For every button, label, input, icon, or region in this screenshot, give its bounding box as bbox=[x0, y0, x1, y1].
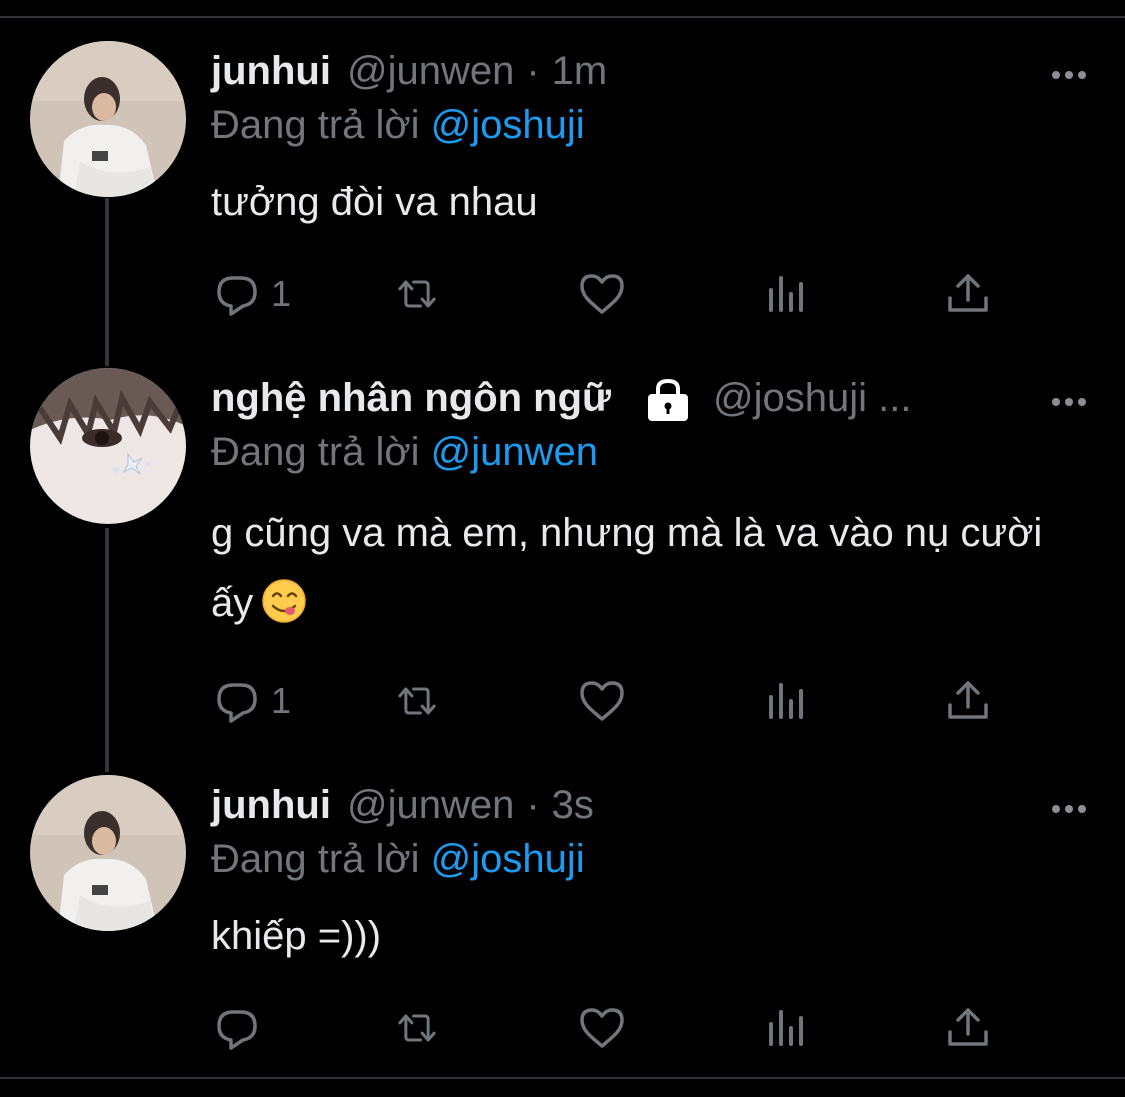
avatar-joshuji[interactable] bbox=[30, 368, 186, 524]
avatar-junhui[interactable] bbox=[30, 41, 186, 197]
avatar-junhui-image bbox=[30, 775, 186, 931]
like-icon bbox=[580, 681, 624, 721]
share-button[interactable] bbox=[944, 266, 992, 322]
tweet[interactable]: junhui @junwen · 3s Đang trả lời @joshuj… bbox=[0, 775, 1125, 1075]
replying-to: Đang trả lời @joshuji bbox=[211, 837, 585, 882]
analytics-button[interactable] bbox=[763, 1000, 811, 1056]
retweet-button[interactable] bbox=[393, 266, 441, 322]
mention-link[interactable]: @junwen bbox=[431, 430, 598, 474]
retweet-button[interactable] bbox=[393, 673, 441, 729]
avatar-joshuji-image bbox=[30, 368, 186, 524]
bottom-divider bbox=[0, 1077, 1125, 1079]
share-button[interactable] bbox=[944, 673, 992, 729]
share-icon bbox=[948, 1008, 988, 1046]
retweet-button[interactable] bbox=[393, 1000, 441, 1056]
share-icon bbox=[948, 274, 988, 312]
analytics-button[interactable] bbox=[763, 266, 811, 322]
timestamp[interactable]: 3s bbox=[552, 783, 594, 828]
more-horizontal-icon[interactable] bbox=[1049, 55, 1089, 95]
tweet-header: nghệ nhân ngôn ngữ @joshuji ... bbox=[211, 368, 1065, 428]
top-divider bbox=[0, 16, 1125, 18]
analytics-icon bbox=[769, 683, 803, 719]
like-button[interactable] bbox=[578, 673, 626, 729]
more-horizontal-icon[interactable] bbox=[1049, 789, 1089, 829]
user-handle[interactable]: @joshuji ... bbox=[713, 376, 911, 421]
replying-to: Đang trả lời @junwen bbox=[211, 430, 598, 475]
tweet[interactable]: junhui @junwen · 1m Đang trả lời @joshuj… bbox=[0, 41, 1125, 361]
reply-count: 1 bbox=[271, 680, 292, 721]
display-name[interactable]: nghệ nhân ngôn ngữ bbox=[211, 376, 611, 421]
tweet-text: khiếp =))) bbox=[211, 914, 382, 958]
share-button[interactable] bbox=[944, 1000, 992, 1056]
separator-dot: · bbox=[526, 48, 540, 93]
reply-button[interactable] bbox=[213, 1000, 271, 1056]
display-name[interactable]: junhui bbox=[211, 49, 331, 94]
reply-button[interactable]: 1 bbox=[213, 673, 291, 729]
user-handle[interactable]: @junwen bbox=[347, 49, 514, 94]
like-icon bbox=[580, 274, 624, 314]
replying-prefix: Đang trả lời bbox=[211, 103, 420, 147]
display-name[interactable]: junhui bbox=[211, 783, 331, 828]
reply-count: 1 bbox=[271, 273, 292, 314]
analytics-button[interactable] bbox=[763, 673, 811, 729]
reply-icon bbox=[217, 683, 257, 723]
analytics-icon bbox=[769, 276, 803, 312]
tweet-text: tưởng đòi va nhau bbox=[211, 180, 538, 224]
reply-icon bbox=[217, 276, 257, 316]
like-button[interactable] bbox=[578, 1000, 626, 1056]
tweet-header: junhui @junwen · 1m bbox=[211, 41, 1065, 101]
retweet-icon bbox=[398, 280, 436, 308]
retweet-icon bbox=[398, 1014, 436, 1042]
separator-dot: · bbox=[526, 782, 540, 827]
tweet-text-body: g cũng va mà em, nhưng mà là va vào nụ c… bbox=[211, 511, 1043, 625]
savoring-food-emoji bbox=[261, 576, 307, 623]
user-handle[interactable]: @junwen bbox=[347, 783, 514, 828]
timestamp[interactable]: 1m bbox=[552, 49, 608, 94]
replying-prefix: Đang trả lời bbox=[211, 430, 420, 474]
replying-prefix: Đang trả lời bbox=[211, 837, 420, 881]
lock-icon bbox=[643, 377, 693, 423]
action-bar: 1 bbox=[211, 673, 1011, 729]
action-bar: 1 bbox=[211, 266, 1011, 322]
analytics-icon bbox=[769, 1010, 803, 1046]
like-icon bbox=[580, 1008, 624, 1048]
reply-button[interactable]: 1 bbox=[213, 266, 291, 322]
avatar-junhui-image bbox=[30, 41, 186, 197]
like-button[interactable] bbox=[578, 266, 626, 322]
action-bar bbox=[211, 1000, 1011, 1056]
tweet-header: junhui @junwen · 3s bbox=[211, 775, 1065, 835]
reply-icon bbox=[217, 1010, 257, 1050]
retweet-icon bbox=[398, 687, 436, 715]
share-icon bbox=[948, 681, 988, 719]
tweet-text: g cũng va mà em, nhưng mà là va vào nụ c… bbox=[211, 498, 1071, 638]
replying-to: Đang trả lời @joshuji bbox=[211, 103, 585, 148]
more-horizontal-icon[interactable] bbox=[1049, 382, 1089, 422]
mention-link[interactable]: @joshuji bbox=[431, 837, 585, 881]
tweet[interactable]: nghệ nhân ngôn ngữ @joshuji ... Đang trả… bbox=[0, 368, 1125, 768]
avatar-junhui[interactable] bbox=[30, 775, 186, 931]
mention-link[interactable]: @joshuji bbox=[431, 103, 585, 147]
